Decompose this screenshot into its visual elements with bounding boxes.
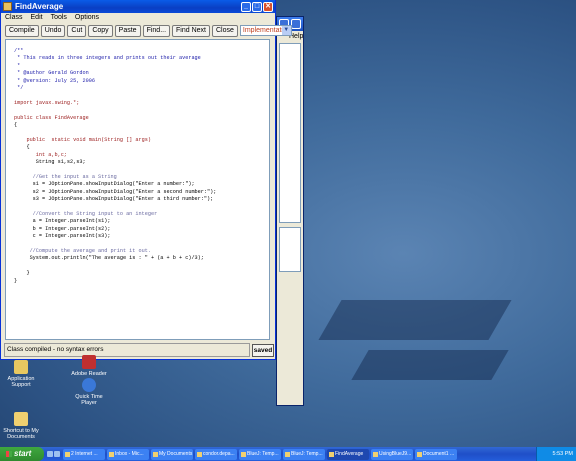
- find-button[interactable]: Find...: [142, 24, 171, 37]
- code-line[interactable]: }: [14, 278, 269, 285]
- background-pane-bottom: [279, 227, 301, 272]
- system-tray: 5:53 PM: [536, 447, 576, 461]
- task-internet[interactable]: 2 Internet ...: [63, 448, 105, 460]
- desktop-icon-application-support[interactable]: Application Support: [0, 360, 42, 388]
- clock[interactable]: 5:53 PM: [553, 451, 573, 457]
- task-usingbluej[interactable]: UsingBlueJ9...: [371, 448, 413, 460]
- code-line[interactable]: {: [14, 144, 269, 151]
- desktop-icon-label: Quick Time Player: [75, 394, 103, 406]
- task-bluej-2[interactable]: BlueJ: Temp...: [283, 448, 325, 460]
- code-line[interactable]: [14, 107, 269, 114]
- adobe-reader-icon: [82, 355, 96, 369]
- menu-options[interactable]: Options: [75, 14, 99, 23]
- code-line[interactable]: [14, 167, 269, 174]
- task-bluej-1[interactable]: BlueJ: Temp...: [239, 448, 281, 460]
- window-titlebar[interactable]: FindAverage _ □ ✕: [1, 0, 275, 13]
- status-bar: Class compiled - no syntax errors: [4, 343, 250, 357]
- desktop-shadow-1: [318, 300, 512, 340]
- code-line[interactable]: *: [14, 63, 269, 70]
- toolbar: Compile Undo Cut Copy Paste Find... Find…: [1, 23, 292, 38]
- code-line[interactable]: public static void main(String [] args): [14, 137, 269, 144]
- menu-edit[interactable]: Edit: [31, 14, 43, 23]
- task-condor[interactable]: condor.depa...: [195, 448, 237, 460]
- code-line[interactable]: * @version: July 25, 2006: [14, 78, 269, 85]
- code-line[interactable]: [14, 241, 269, 248]
- task-findaverage[interactable]: FindAverage: [327, 448, 369, 460]
- code-line[interactable]: String s1,s2,s3;: [14, 159, 269, 166]
- taskbar: start 2 Internet ... Inbox - Mic... My D…: [0, 447, 576, 461]
- folder-icon: [14, 360, 28, 374]
- task-inbox[interactable]: Inbox - Mic...: [107, 448, 149, 460]
- code-line[interactable]: [14, 263, 269, 270]
- quick-launch-icon[interactable]: [47, 451, 53, 457]
- minimize-icon[interactable]: _: [241, 1, 251, 12]
- task-list: 2 Internet ... Inbox - Mic... My Documen…: [63, 448, 457, 460]
- code-line[interactable]: int a,b,c;: [14, 152, 269, 159]
- code-line[interactable]: a = Integer.parseInt(s1);: [14, 218, 269, 225]
- desktop-icon-label: Application Support: [7, 376, 35, 388]
- code-line[interactable]: //Compute the average and print it out.: [14, 248, 269, 255]
- start-button[interactable]: start: [0, 447, 44, 461]
- menu-class[interactable]: Class: [5, 14, 23, 23]
- code-line[interactable]: [14, 204, 269, 211]
- code-line[interactable]: s2 = JOptionPane.showInputDialog("Enter …: [14, 189, 269, 196]
- desktop-icon-label: Shortcut to My Documents: [3, 428, 39, 440]
- findaverage-window[interactable]: FindAverage _ □ ✕ Class Edit Tools Optio…: [0, 0, 292, 360]
- code-line[interactable]: c = Integer.parseInt(s3);: [14, 233, 269, 240]
- code-line[interactable]: * This reads in three integers and print…: [14, 55, 269, 62]
- code-line[interactable]: //Convert the String input to an integer: [14, 211, 269, 218]
- undo-button[interactable]: Undo: [40, 24, 66, 37]
- code-line[interactable]: b = Integer.parseInt(s2);: [14, 226, 269, 233]
- copy-button[interactable]: Copy: [88, 24, 113, 37]
- paste-button[interactable]: Paste: [114, 24, 141, 37]
- chevron-down-icon[interactable]: ▼: [281, 26, 291, 35]
- maximize-icon[interactable]: [291, 19, 301, 29]
- window-title: FindAverage: [15, 2, 64, 11]
- code-line[interactable]: //Get the input as a String: [14, 174, 269, 181]
- code-line[interactable]: public class FindAverage: [14, 115, 269, 122]
- code-line[interactable]: s1 = JOptionPane.showInputDialog("Enter …: [14, 181, 269, 188]
- find-next-button[interactable]: Find Next: [172, 24, 210, 37]
- background-window[interactable]: Help: [276, 16, 304, 406]
- desktop-shadow-2: [351, 350, 509, 380]
- code-line[interactable]: */: [14, 85, 269, 92]
- maximize-icon[interactable]: □: [252, 1, 262, 12]
- background-pane-top: [279, 43, 301, 223]
- cut-button[interactable]: Cut: [67, 24, 87, 37]
- task-document1[interactable]: Document1 ...: [415, 448, 457, 460]
- folder-icon: [14, 412, 28, 426]
- code-line[interactable]: * @author Gerald Gordon: [14, 70, 269, 77]
- view-select[interactable]: Implementation ▼: [239, 25, 292, 36]
- start-label: start: [14, 449, 32, 458]
- code-line[interactable]: }: [14, 270, 269, 277]
- source-code[interactable]: /** * This reads in three integers and p…: [6, 40, 269, 285]
- saved-indicator: saved: [252, 344, 274, 357]
- bluej-icon: [3, 2, 12, 11]
- menu-tools[interactable]: Tools: [51, 14, 67, 23]
- code-line[interactable]: [14, 129, 269, 136]
- code-line[interactable]: s3 = JOptionPane.showInputDialog("Enter …: [14, 196, 269, 203]
- quick-launch-icon[interactable]: [54, 451, 60, 457]
- desktop-icon-my-documents[interactable]: Shortcut to My Documents: [0, 412, 42, 440]
- windows-logo-icon: [6, 451, 12, 457]
- quick-launch: [44, 451, 63, 457]
- code-line[interactable]: [14, 92, 269, 99]
- close-button[interactable]: Close: [212, 24, 238, 37]
- code-line[interactable]: /**: [14, 48, 269, 55]
- close-icon[interactable]: ✕: [263, 1, 273, 12]
- code-line[interactable]: {: [14, 122, 269, 129]
- desktop-icon-quicktime[interactable]: Quick Time Player: [68, 378, 110, 406]
- desktop-icon-label: Adobe Reader: [71, 371, 107, 377]
- menu-bar: Class Edit Tools Options: [1, 13, 275, 23]
- desktop-icon-adobe-reader[interactable]: Adobe Reader: [68, 355, 110, 377]
- task-my-documents[interactable]: My Documents: [151, 448, 193, 460]
- code-line[interactable]: import javax.swing.*;: [14, 100, 269, 107]
- quicktime-icon: [82, 378, 96, 392]
- code-editor[interactable]: /** * This reads in three integers and p…: [5, 39, 270, 340]
- code-line[interactable]: System.out.println("The average is : " +…: [14, 255, 269, 262]
- compile-button[interactable]: Compile: [5, 24, 39, 37]
